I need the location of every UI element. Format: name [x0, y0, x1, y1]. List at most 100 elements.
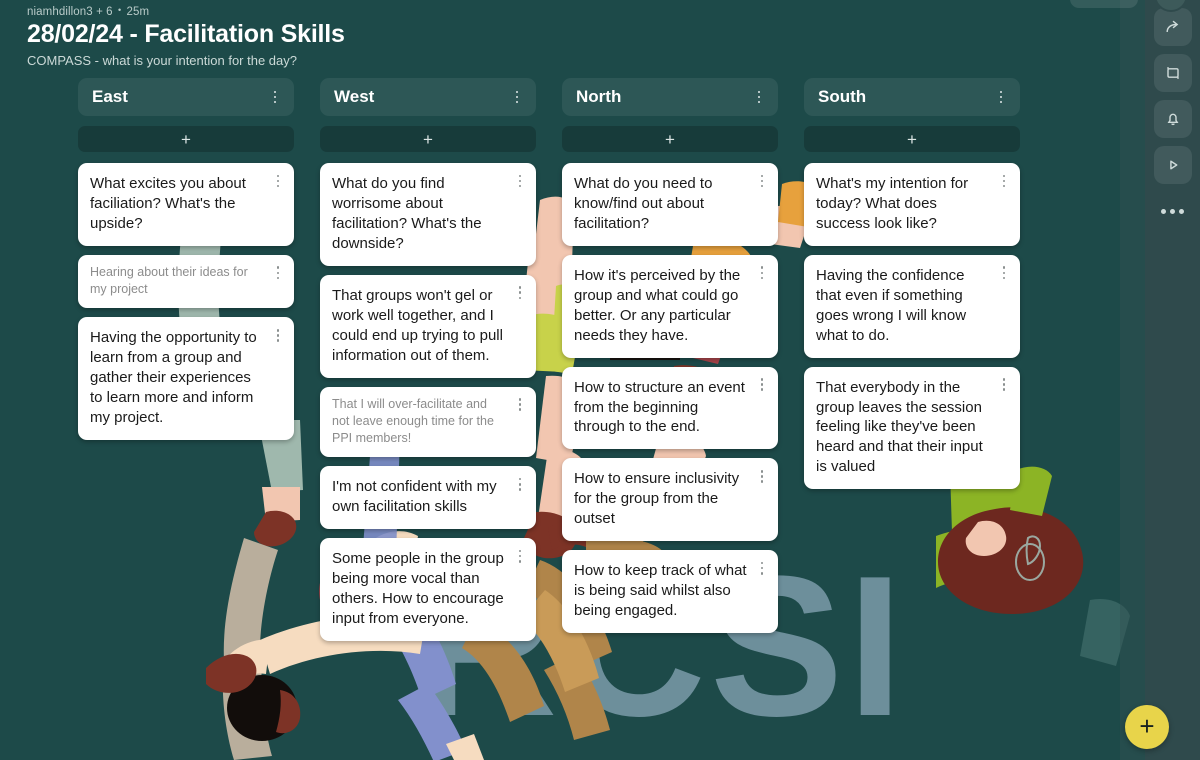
kebab-dot-icon [276, 328, 280, 332]
board-column: East + What excites you about faciliation?… [78, 78, 294, 650]
kebab-dot-icon [999, 100, 1003, 104]
column-title: South [818, 87, 867, 106]
board-author: niamhdillon3 + 6 [27, 6, 113, 18]
card-menu-button[interactable] [271, 326, 285, 344]
sticky-card[interactable]: Having the opportunity to learn from a g… [78, 317, 294, 440]
kebab-dot-icon [518, 296, 522, 300]
kebab-dot-icon [518, 477, 522, 481]
kebab-dot-icon [760, 271, 764, 275]
column-menu-button[interactable] [994, 88, 1008, 106]
column-title: North [576, 87, 622, 106]
sticky-card[interactable]: What do you need to know/find out about … [562, 163, 778, 246]
card-menu-button[interactable] [755, 559, 769, 577]
card-menu-button[interactable] [755, 264, 769, 282]
board-app: RCSI niamhdillon3 + 6 • 25m 28/02/24 - F… [0, 0, 1200, 760]
top-partial-pill[interactable] [1070, 0, 1138, 8]
card-menu-button[interactable] [997, 172, 1011, 190]
sticky-card[interactable]: Having the confidence that even if somet… [804, 254, 1020, 358]
column-header-north[interactable]: North [562, 78, 778, 116]
card-menu-button[interactable] [755, 376, 769, 394]
kebab-dot-icon [1002, 383, 1006, 386]
card-menu-button[interactable] [755, 172, 769, 190]
kebab-dot-icon [760, 469, 764, 473]
card-text: How it's perceived by the group and what… [574, 266, 741, 344]
kebab-dot-icon [276, 271, 280, 275]
present-button[interactable] [1153, 146, 1192, 184]
kebab-dot-icon [276, 266, 280, 270]
add-card-button[interactable]: + [804, 126, 1020, 152]
kebab-dot-icon [1002, 179, 1006, 183]
card-menu-button[interactable] [997, 264, 1011, 282]
sticky-card[interactable]: What excites you about faciliation? What… [78, 163, 294, 246]
column-header-west[interactable]: West [320, 78, 536, 116]
more-horizontal-icon [1170, 208, 1175, 214]
right-toolbar [1145, 0, 1200, 760]
sticky-card[interactable]: How to keep track of what is being said … [562, 550, 778, 633]
column-menu-button[interactable] [752, 88, 766, 106]
card-menu-button[interactable] [755, 467, 769, 485]
board-column: North + What do you need to know/find out … [562, 78, 778, 650]
card-text: Having the opportunity to learn from a g… [90, 329, 257, 427]
card-text: That groups won't gel or work well toget… [332, 286, 503, 364]
card-text: That everybody in the group leaves the s… [816, 378, 983, 476]
sticky-card[interactable]: What's my intention for today? What does… [804, 163, 1020, 246]
card-text: Having the confidence that even if somet… [816, 266, 967, 344]
board-header: niamhdillon3 + 6 • 25m 28/02/24 - Facili… [0, 0, 345, 68]
card-menu-button[interactable] [513, 396, 527, 414]
column-menu-button[interactable] [268, 88, 282, 106]
kebab-dot-icon [1002, 271, 1006, 275]
kebab-dot-icon [515, 95, 519, 99]
sticky-card[interactable]: I'm not confident with my own facilitati… [320, 466, 536, 530]
kebab-dot-icon [1002, 276, 1006, 280]
sticky-card[interactable]: That everybody in the group leaves the s… [804, 366, 1020, 490]
sticky-card[interactable]: How to structure an event from the begin… [562, 366, 778, 450]
share-arrow-button[interactable] [1153, 8, 1192, 46]
kebab-dot-icon [760, 276, 764, 280]
card-menu-button[interactable] [271, 264, 285, 282]
kebab-dot-icon [518, 482, 522, 486]
add-card-button[interactable]: + [78, 126, 294, 152]
more-options-button[interactable] [1154, 196, 1192, 226]
frame-crop-button[interactable] [1153, 54, 1192, 92]
kebab-dot-icon [757, 90, 761, 94]
add-card-button[interactable]: + [562, 126, 778, 152]
sticky-card[interactable]: Hearing about their ideas for my project [78, 254, 294, 309]
more-horizontal-icon [1179, 208, 1184, 214]
kebab-dot-icon [273, 90, 277, 94]
sticky-card[interactable]: That groups won't gel or work well toget… [320, 274, 536, 378]
column-menu-button[interactable] [510, 88, 524, 106]
kebab-dot-icon [276, 339, 280, 342]
board-columns: East + What excites you about faciliation?… [78, 78, 1020, 650]
card-menu-button[interactable] [271, 172, 285, 190]
column-header-south[interactable]: South [804, 78, 1020, 116]
column-header-east[interactable]: East [78, 78, 294, 116]
kebab-dot-icon [999, 90, 1003, 94]
kebab-dot-icon [760, 561, 764, 565]
kebab-dot-icon [515, 100, 519, 104]
board-column: West + What do you find worrisome about fa… [320, 78, 536, 650]
kebab-dot-icon [518, 174, 522, 178]
add-card-button[interactable]: + [320, 126, 536, 152]
board-duration: 25m [126, 6, 150, 18]
notifications-button[interactable] [1153, 100, 1192, 138]
column-title: East [92, 87, 128, 106]
sticky-card[interactable]: Some people in the group being more voca… [320, 538, 536, 641]
kebab-dot-icon [276, 276, 280, 280]
play-icon [1169, 160, 1177, 170]
card-menu-button[interactable] [513, 547, 527, 565]
sticky-card[interactable]: How it's perceived by the group and what… [562, 254, 778, 358]
card-text: How to keep track of what is being said … [574, 562, 747, 620]
card-menu-button[interactable] [997, 376, 1011, 394]
kebab-dot-icon [1002, 184, 1006, 188]
sticky-card[interactable]: What do you find worrisome about facilit… [320, 163, 536, 266]
kebab-dot-icon [757, 100, 761, 104]
card-menu-button[interactable] [513, 284, 527, 302]
sticky-card[interactable]: That I will over-facilitate and not leav… [320, 386, 536, 458]
card-menu-button[interactable] [513, 475, 527, 493]
card-text: That I will over-facilitate and not leav… [332, 396, 494, 446]
add-floating-button[interactable]: + [1125, 705, 1169, 749]
sticky-card[interactable]: How to ensure inclusivity for the group … [562, 458, 778, 542]
card-menu-button[interactable] [513, 172, 527, 190]
kebab-dot-icon [518, 488, 522, 491]
meta-separator: • [117, 5, 122, 15]
